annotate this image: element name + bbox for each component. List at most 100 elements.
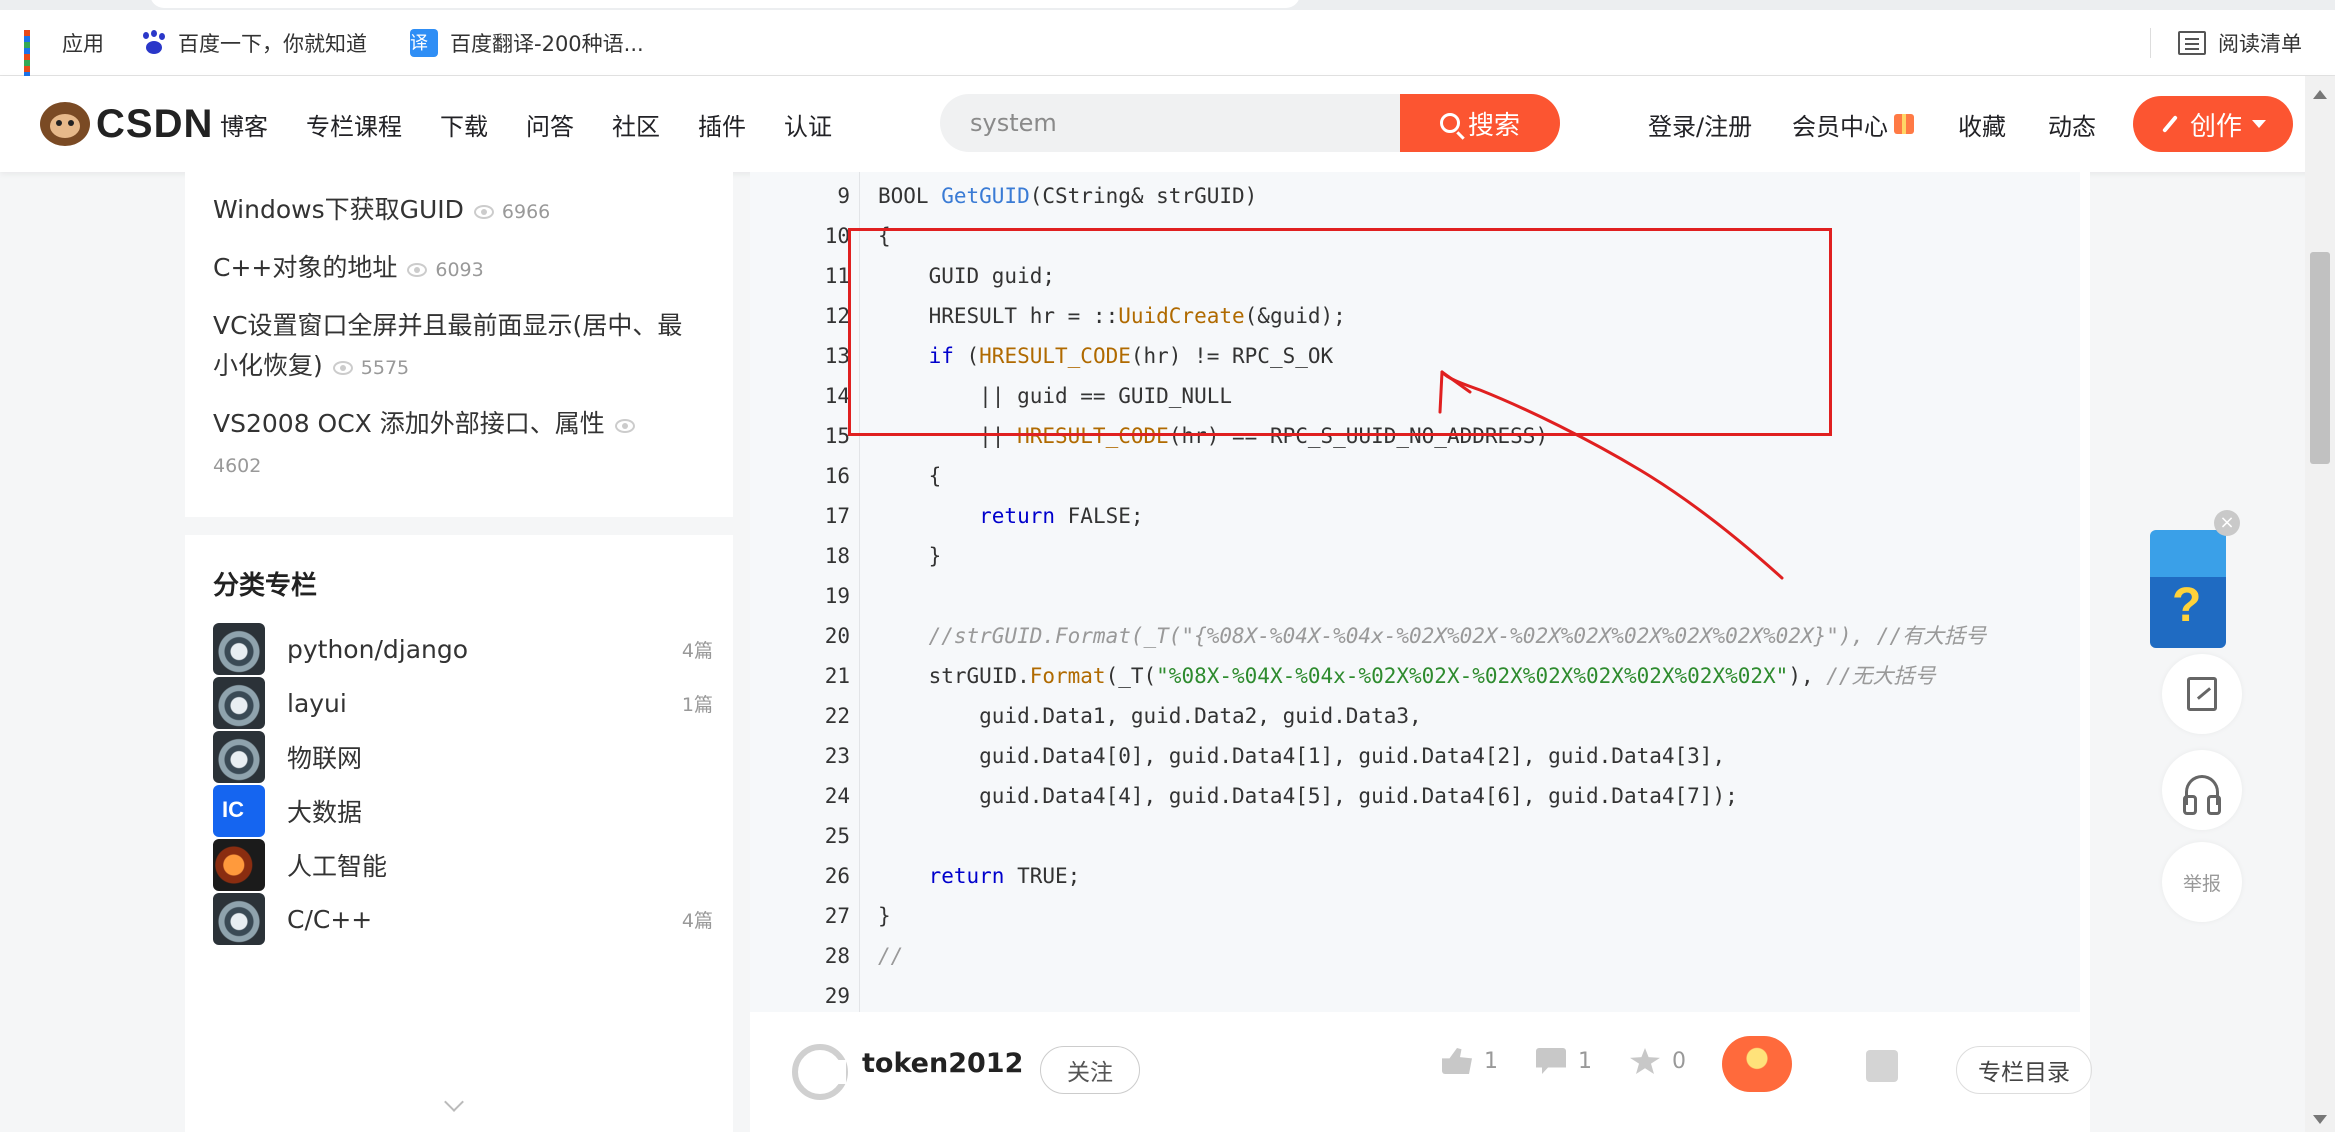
line-number: 13 <box>824 344 850 368</box>
bookmarks-bar: 应用 百度一下，你就知道 译 百度翻译-200种语... 阅读清单 <box>0 10 2335 84</box>
column-count: 1篇 <box>681 693 713 716</box>
reading-list-label: 阅读清单 <box>2218 32 2302 56</box>
share-icon[interactable] <box>1866 1050 1898 1082</box>
search-input[interactable]: system <box>970 94 1057 152</box>
address-bar[interactable] <box>150 0 1300 8</box>
search-box: system 搜索 <box>940 94 1560 152</box>
column-toc-button[interactable]: 专栏目录 <box>1956 1046 2092 1094</box>
column-item[interactable]: python/django 4篇 <box>213 621 713 677</box>
dynamics-link[interactable]: 动态 <box>2048 76 2096 172</box>
red-highlight-box <box>848 228 1832 436</box>
hot-article-item[interactable]: C++对象的地址 6093 <box>213 248 713 290</box>
site-header: CSDN 博客 专栏课程 下载 问答 社区 插件 认证 system 搜索 登录… <box>0 76 2335 172</box>
line-number: 23 <box>824 744 850 768</box>
view-count: 6093 <box>435 259 484 281</box>
favorites-link[interactable]: 收藏 <box>1958 76 2006 172</box>
chevron-down-icon <box>2252 120 2266 128</box>
column-thumbnail <box>213 839 265 891</box>
line-number: 29 <box>824 984 850 1008</box>
customer-service-button[interactable] <box>2162 750 2242 830</box>
bookmark-fanyi-label: 百度翻译-200种语... <box>450 32 644 56</box>
gift-icon <box>1894 114 1914 134</box>
column-name: python/django <box>287 634 469 664</box>
nav-certification[interactable]: 认证 <box>784 107 832 142</box>
column-thumbnail <box>213 785 265 837</box>
hot-article-title: Windows下获取GUID <box>213 195 464 224</box>
vip-center-link[interactable]: 会员中心 <box>1792 76 1914 172</box>
eye-icon <box>473 205 494 219</box>
bookmark-baidu[interactable]: 百度一下，你就知道 <box>140 10 367 76</box>
column-item[interactable]: 大数据 <box>213 783 713 839</box>
promo-box-icon[interactable] <box>2150 530 2226 648</box>
column-categories-title: 分类专栏 <box>213 571 318 601</box>
code-line: strGUID.Format(_T("%08X-%04X-%04x-%02X%0… <box>878 664 1936 688</box>
hot-article-item[interactable]: Windows下获取GUID 6966 <box>213 190 713 232</box>
favorite-count: 0 <box>1672 1048 1686 1074</box>
line-number: 21 <box>824 664 850 688</box>
hot-articles-card: Windows下获取GUID 6966 C++对象的地址 6093 VC设置窗口全屏… <box>185 172 733 517</box>
column-thumbnail <box>213 623 265 675</box>
column-name: 物联网 <box>287 744 363 773</box>
line-number: 11 <box>824 264 850 288</box>
column-item[interactable]: layui 1篇 <box>213 675 713 731</box>
code-line: return TRUE; <box>878 864 1081 888</box>
view-count: 5575 <box>360 357 410 379</box>
nav-plugins[interactable]: 插件 <box>698 107 746 142</box>
scroll-up-arrow-icon[interactable] <box>2313 90 2327 99</box>
write-note-button[interactable] <box>2162 654 2242 734</box>
hot-article-item[interactable]: VS2008 OCX 添加外部接口、属性 4602 <box>213 404 713 486</box>
create-button[interactable]: 创作 <box>2133 96 2293 152</box>
nav-community[interactable]: 社区 <box>612 107 660 142</box>
author-avatar[interactable] <box>792 1044 848 1100</box>
code-line: //strGUID.Format(_T("{%08X-%04X-%04x-%02… <box>878 624 1987 648</box>
close-icon[interactable]: × <box>2214 510 2240 536</box>
code-line: guid.Data4[0], guid.Data4[1], guid.Data4… <box>878 744 1726 768</box>
hot-article-item[interactable]: VC设置窗口全屏并且最前面显示(居中、最 小化恢复) 5575 <box>213 306 713 388</box>
monkey-logo-icon <box>40 102 90 146</box>
column-name: 大数据 <box>287 798 363 827</box>
star-icon <box>1630 1048 1660 1074</box>
bookmarks-divider <box>2150 28 2151 58</box>
expand-chevron-icon[interactable] <box>444 1092 464 1112</box>
column-item[interactable]: C/C++ 4篇 <box>213 891 713 947</box>
column-name: 人工智能 <box>287 852 388 881</box>
reading-list-button[interactable]: 阅读清单 <box>2178 10 2302 76</box>
code-line: } <box>878 544 942 568</box>
author-name[interactable]: token2012 <box>862 1048 1023 1079</box>
line-number: 25 <box>824 824 850 848</box>
translate-icon: 译 <box>410 29 438 57</box>
column-thumbnail <box>213 731 265 783</box>
bookmark-apps[interactable]: 应用 <box>24 10 104 84</box>
comment-button[interactable]: 1 <box>1536 1048 1592 1074</box>
search-icon <box>1439 113 1460 133</box>
hot-article-title-cont: 小化恢复) <box>213 351 323 380</box>
column-name: layui <box>287 688 347 718</box>
column-item[interactable]: 物联网 <box>213 729 713 785</box>
report-button[interactable]: 举报 <box>2162 842 2242 922</box>
hot-article-title: C++对象的地址 <box>213 253 398 282</box>
like-button[interactable]: 1 <box>1442 1048 1498 1074</box>
bookmark-baidu-fanyi[interactable]: 译 百度翻译-200种语... <box>410 10 644 76</box>
csdn-logo[interactable]: CSDN <box>40 98 213 150</box>
view-count: 6966 <box>501 201 551 223</box>
code-line: } <box>878 904 891 928</box>
code-line: { <box>878 464 942 488</box>
login-link[interactable]: 登录/注册 <box>1648 76 1752 172</box>
page-scrollbar[interactable] <box>2305 76 2335 1132</box>
nav-download[interactable]: 下载 <box>440 107 488 142</box>
column-item[interactable]: 人工智能 <box>213 837 713 893</box>
code-line: BOOL GetGUID(CString& strGUID) <box>878 184 1258 208</box>
scroll-down-arrow-icon[interactable] <box>2313 1115 2327 1124</box>
column-thumbnail <box>213 893 265 945</box>
favorite-button[interactable]: 0 <box>1630 1048 1686 1074</box>
nav-qa[interactable]: 问答 <box>526 107 574 142</box>
nav-blog[interactable]: 博客 <box>220 107 268 142</box>
thumbs-up-icon <box>1442 1048 1472 1074</box>
search-button[interactable]: 搜索 <box>1400 94 1560 152</box>
reading-list-icon <box>2178 31 2206 55</box>
comment-count: 1 <box>1578 1048 1592 1074</box>
nav-courses[interactable]: 专栏课程 <box>306 107 402 142</box>
scrollbar-thumb[interactable] <box>2310 252 2330 464</box>
follow-button[interactable]: 关注 <box>1040 1046 1140 1094</box>
red-packet-icon[interactable] <box>1722 1036 1792 1092</box>
